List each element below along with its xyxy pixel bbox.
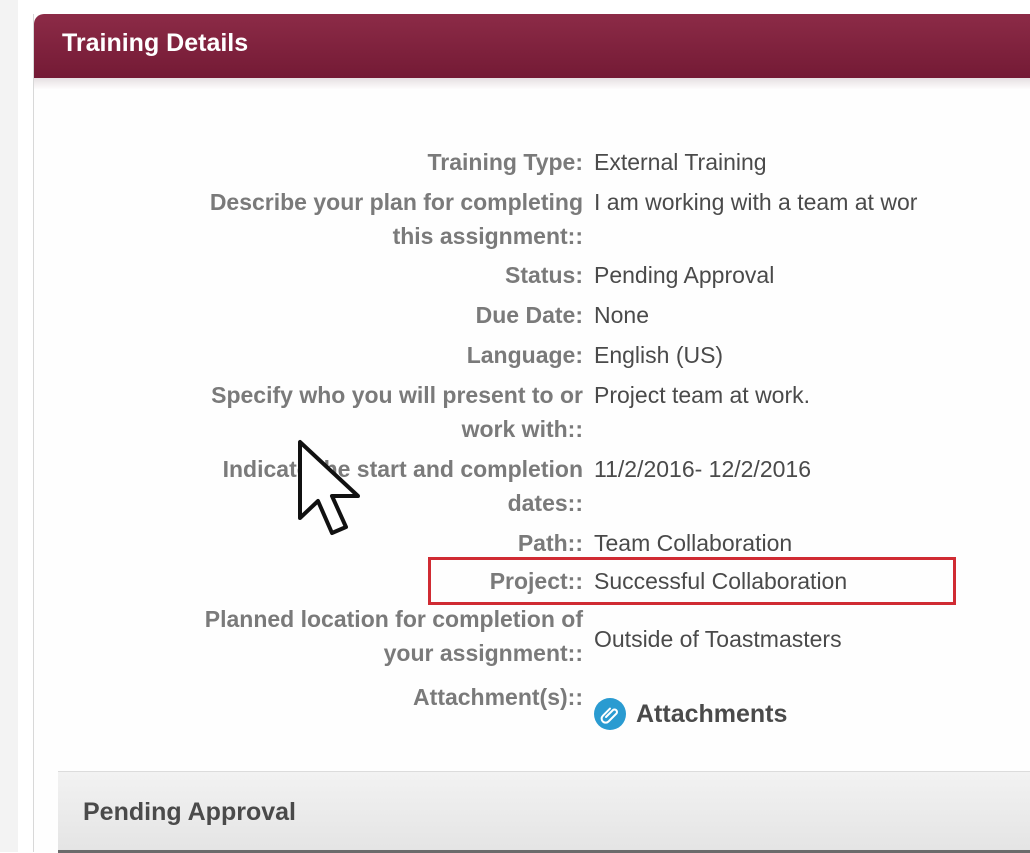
present-to-value: Project team at work. <box>594 382 811 408</box>
location-label-line2: your assignment:: <box>383 640 583 666</box>
attachments-link-label: Attachments <box>636 699 788 728</box>
training-type-label: Training Type: <box>427 149 583 175</box>
pending-approval-title: Pending Approval <box>83 798 296 826</box>
language-label: Language: <box>466 342 583 368</box>
dates-value: 11/2/2016- 12/2/2016 <box>594 456 811 482</box>
panel-header: Training Details <box>34 14 1030 78</box>
location-label-line1: Planned location for completion of <box>204 606 583 632</box>
dates-label-line2: dates:: <box>507 490 583 516</box>
status-label: Status: <box>505 262 583 288</box>
pending-approval-section: Pending Approval <box>58 771 1030 853</box>
panel-title: Training Details <box>62 29 249 57</box>
dates-label-line1: Indicate the start and completion <box>222 456 583 482</box>
training-type-value: External Training <box>594 149 767 175</box>
mouse-cursor-icon <box>298 440 360 535</box>
page-left-edge <box>0 0 18 852</box>
due-date-label: Due Date: <box>475 302 583 328</box>
attachments-label: Attachment(s):: <box>413 684 583 710</box>
plan-value: I am working with a team at wor <box>594 189 918 215</box>
present-to-label-line2: work with:: <box>461 416 583 442</box>
language-value: English (US) <box>594 342 724 368</box>
plan-label-line1: Describe your plan for completing <box>209 189 583 215</box>
path-value: Team Collaboration <box>594 530 793 556</box>
path-label: Path:: <box>517 530 583 556</box>
paperclip-icon <box>594 698 626 730</box>
attachments-link[interactable]: Attachments <box>594 696 787 732</box>
plan-label-line2: this assignment:: <box>392 223 583 249</box>
project-highlight-box <box>428 557 956 605</box>
location-value: Outside of Toastmasters <box>594 626 842 652</box>
header-shadow <box>34 78 1030 90</box>
present-to-label-line1: Specify who you will present to or <box>211 382 583 408</box>
due-date-value: None <box>594 302 649 328</box>
status-value: Pending Approval <box>594 262 775 288</box>
